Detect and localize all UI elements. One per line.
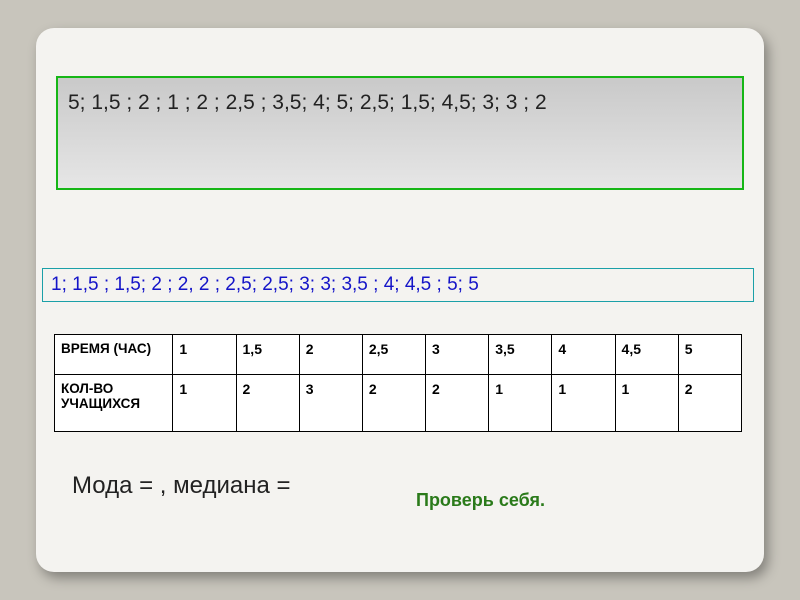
table-cell: 1 [615, 375, 678, 432]
row-header-time: ВРЕМЯ (ЧАС) [55, 335, 173, 375]
unsorted-sequence-box: 5; 1,5 ; 2 ; 1 ; 2 ; 2,5 ; 3,5; 4; 5; 2,… [56, 76, 744, 190]
table-cell: 4 [552, 335, 615, 375]
unsorted-sequence-text: 5; 1,5 ; 2 ; 1 ; 2 ; 2,5 ; 3,5; 4; 5; 2,… [68, 91, 547, 114]
table-cell: 3 [426, 335, 489, 375]
sorted-sequence-text: 1; 1,5 ; 1,5; 2 ; 2, 2 ; 2,5; 2,5; 3; 3;… [51, 274, 479, 295]
table-row: ВРЕМЯ (ЧАС) 1 1,5 2 2,5 3 3,5 4 4,5 5 [55, 335, 742, 375]
frequency-table: ВРЕМЯ (ЧАС) 1 1,5 2 2,5 3 3,5 4 4,5 5 КО… [54, 334, 742, 432]
table-cell: 2,5 [362, 335, 425, 375]
table-cell: 4,5 [615, 335, 678, 375]
table-cell: 2 [426, 375, 489, 432]
table-cell: 2 [299, 335, 362, 375]
slide: 5; 1,5 ; 2 ; 1 ; 2 ; 2,5 ; 3,5; 4; 5; 2,… [36, 28, 764, 572]
row-header-count: КОЛ-ВО УЧАЩИХСЯ [55, 375, 173, 432]
table-row: КОЛ-ВО УЧАЩИХСЯ 1 2 3 2 2 1 1 1 2 [55, 375, 742, 432]
table-cell: 1 [173, 375, 236, 432]
table-cell: 2 [236, 375, 299, 432]
table-cell: 2 [362, 375, 425, 432]
table-cell: 3 [299, 375, 362, 432]
table-cell: 1 [173, 335, 236, 375]
check-yourself-link[interactable]: Проверь себя. [416, 490, 545, 511]
table-cell: 1 [489, 375, 552, 432]
table-cell: 1 [552, 375, 615, 432]
table-cell: 3,5 [489, 335, 552, 375]
table-cell: 5 [678, 335, 741, 375]
table-cell: 2 [678, 375, 741, 432]
mode-median-formula: Мода = , медиана = [72, 472, 290, 500]
table-cell: 1,5 [236, 335, 299, 375]
sorted-sequence-box: 1; 1,5 ; 1,5; 2 ; 2, 2 ; 2,5; 2,5; 3; 3;… [42, 268, 754, 302]
